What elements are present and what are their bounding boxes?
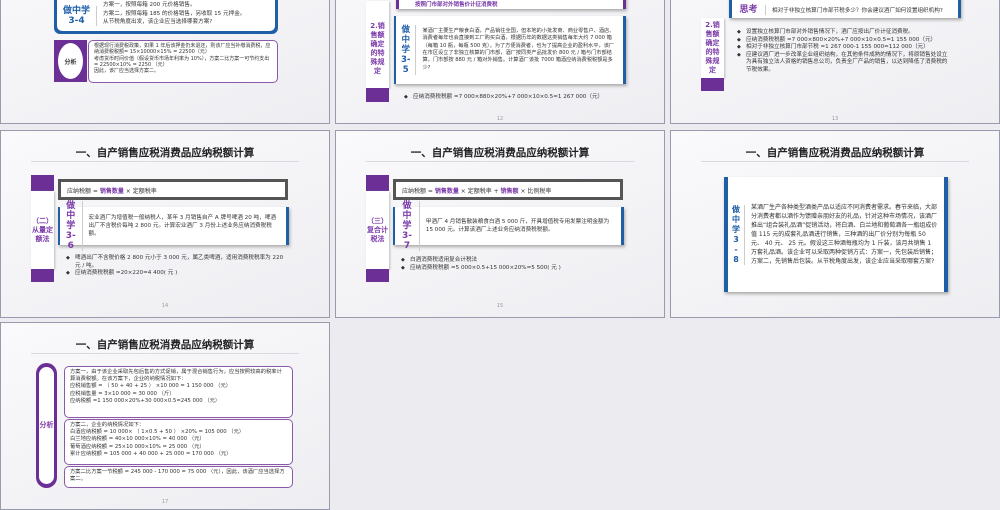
formula-text: 应纳税额 = <box>67 188 100 195</box>
page-number: 17 <box>161 499 169 505</box>
formula-box: 应纳税额 = 销售数量 × 定额税率 <box>58 179 288 200</box>
bullet-item: 白酒消费税适用复合计税法 <box>401 257 621 265</box>
analysis-line: 应纳税额 =1 150 000×20%+30 000×0.5=245 000 （… <box>70 397 221 404</box>
analysis-line: 方案二比方案一节税额 = 245 000 - 170 000 = 75 000 … <box>70 469 285 483</box>
case-card: 做中学 3-4 方案一，按照每箱 200 元价格销售。 方案二，按照每箱 185… <box>54 0 278 34</box>
analysis-line: 白兰地应纳税额 = 40×10 000×10% = 40 000 （元） <box>70 436 205 443</box>
case-line: 方案一，按照每箱 200 元价格销售。 <box>103 2 196 9</box>
page-number: 15 <box>496 303 504 309</box>
bullet-item: 应纳消费税税额 =20×220=4 400( 元 ) <box>66 270 286 278</box>
case-text: 甲酒厂 4 月销售散装粮食白酒 5 000 斤，开具增值税专用发票注明金额为 1… <box>425 218 610 233</box>
purple-block <box>366 175 389 191</box>
title-divider <box>701 161 969 162</box>
analysis-box-3: 方案二比方案一节税额 = 245 000 - 170 000 = 75 000 … <box>64 466 293 488</box>
analysis-line: 葡萄酒应纳税额 = 25×10 000×10% = 25 000 （元） <box>70 443 205 450</box>
formula-text: × 比例税率 <box>518 188 552 195</box>
slide-thumbnail-15[interactable]: 一、自产销售应税消费品应纳税额计算 （三）复合计税法 应纳税额 = 销售数量 ×… <box>335 130 665 318</box>
bullet-list: 白酒消费税适用复合计税法 应纳消费税税额 =5 000×0.5+15 000×2… <box>401 257 621 272</box>
case-label: 做中学3-6 <box>60 201 83 251</box>
formula-box: 应纳税额 = 销售数量 × 定额税率 + 销售额 × 比例税率 <box>393 179 623 200</box>
slide-thumbnail-17[interactable]: 一、自产销售应税消费品应纳税额计算 分析 方案一，由于该企业采取先包后售的方式促… <box>0 322 330 510</box>
analysis-label: 分析 <box>58 43 83 79</box>
case-label: 做中学3-7 <box>395 201 420 251</box>
top-box: 按照门市部对外销售价计征消费税 <box>396 0 626 9</box>
purple-block <box>701 78 724 91</box>
analysis-label: 分析 <box>39 367 54 484</box>
analysis-line: 应税销售额 = （ 50 + 40 + 25 ） ×10 000 = 1 150… <box>70 383 232 390</box>
title-divider <box>31 353 299 354</box>
bullet-list: 应纳消费税税额 =7 000×880×20%+7 000×10×0.5=1 26… <box>404 94 619 102</box>
analysis-line: 因此，该厂应当选择方案二。 <box>94 68 160 75</box>
bullet-list: 啤酒出厂不含税价格 2 800 元小于 3 000 元，属乙类啤酒，适用消费税税… <box>66 255 286 278</box>
analysis-box: 根据现行消费税政策，如果 1 年后该押金仍未退还，则该厂应当补缴消费税，应纳消费… <box>88 40 278 83</box>
case-label: 做中学3-5 <box>396 25 417 75</box>
think-label: 思考 <box>732 5 766 15</box>
analysis-line: 方案一，由于该企业采取先包后售的方式促销，属于混合销售行为，应当按照较高的税率计… <box>70 369 282 383</box>
bullet-item: 相对于非独立核算门市部节税 =1 267 000-1 155 000=112 0… <box>737 44 952 52</box>
section-label: 2.销售额确定的特殊规定 <box>701 18 724 78</box>
slide-title: 一、自产销售应税消费品应纳税额计算 <box>410 147 590 159</box>
purple-block <box>366 88 389 102</box>
case-card: 做中学3-8 某酒厂生产各种类型酒类产品以适应不同消费者需求。春节来临，大部分消… <box>724 177 948 292</box>
case-card: 做中学3-7 甲酒厂 4 月销售散装粮食白酒 5 000 斤，开具增值税专用发票… <box>393 201 624 251</box>
analysis-badge: 分析 <box>54 40 87 82</box>
analysis-line: 应税销售量 = 3×10 000 = 30 000 （斤） <box>70 390 175 397</box>
analysis-line: 考虑货币时间价值（假设货币市场年利率为 10%），方案二比方案一可节约支出= 2… <box>94 55 270 68</box>
slide-thumbnail-12[interactable]: 按照门市部对外销售价计征消费税 2.销售额确定的特殊规定 做中学3-5 某酒厂主… <box>335 0 665 124</box>
case-text: 某酒厂生产各种类型酒类产品以适应不同消费者需求。春节来临，大部分消费者都以酒作为… <box>751 204 938 265</box>
title-divider <box>31 161 299 162</box>
analysis-line: 累计应纳税额 = 105 000 + 40 000 + 25 000 = 170… <box>70 450 232 457</box>
bullet-item: 应纳消费税税额 =5 000×0.5+15 000×20%=5 500( 元 ) <box>401 265 621 273</box>
analysis-box-1: 方案一，由于该企业采取先包后售的方式促销，属于混合销售行为，应当按照较高的税率计… <box>64 366 293 418</box>
case-line: 从节税角度出发，该企业应当选择哪套方案? <box>103 18 213 25</box>
page-number: 13 <box>831 116 839 122</box>
slide-thumbnail-16[interactable]: 一、自产销售应税消费品应纳税额计算 做中学3-8 某酒厂生产各种类型酒类产品以适… <box>670 130 1000 318</box>
section-label: （三）复合计税法 <box>366 191 389 269</box>
formula-highlight: 销售数量 <box>99 188 124 195</box>
slide-thumbnail-11[interactable]: 做中学 3-4 方案一，按照每箱 200 元价格销售。 方案二，按照每箱 185… <box>0 0 330 124</box>
purple-block <box>31 269 54 282</box>
bullet-item: 设置独立核算门市部对外销售情况下，酒厂应按出厂价计征消费税。 <box>737 29 952 37</box>
slide-thumbnail-13[interactable]: 思考 相对于非独立核算门市部节税多少？你会建议酒厂如何设置组织机构? 2.销售额… <box>670 0 1000 124</box>
formula-text: × 定额税率 <box>123 188 157 195</box>
title-divider <box>366 161 634 162</box>
page-number: 14 <box>161 303 169 309</box>
purple-block <box>31 175 54 191</box>
analysis-pill: 分析 <box>36 363 57 488</box>
slide-thumbnail-14[interactable]: 一、自产销售应税消费品应纳税额计算 （二）从量定额法 应纳税额 = 销售数量 ×… <box>0 130 330 318</box>
case-card: 做中学3-5 某酒厂主要生产粮食白酒，产品销往全国，但本地的小批发商、商业零售户… <box>394 16 626 84</box>
case-line: 方案二，按照每箱 185 的价格销售，另收取 15 元押金。 <box>103 10 246 17</box>
slide-title: 一、自产销售应税消费品应纳税额计算 <box>75 147 255 159</box>
section-label: （二）从量定额法 <box>31 191 54 269</box>
think-text: 相对于非独立核算门市部节税多少？你会建议酒厂如何设置组织机构? <box>772 7 943 14</box>
formula-highlight: 销售数量 <box>434 188 459 195</box>
case-text: 某酒厂主要生产粮食白酒，产品销往全国，但本地的小批发商、商业零售户、酒店、消费者… <box>422 27 615 71</box>
purple-block <box>366 269 389 282</box>
case-label: 做中学 3-4 <box>57 6 97 26</box>
bullet-item: 应建议酒厂进一步改革企业组织结构，在其他条件成熟的情况下，将原销售处设立为具有独… <box>737 52 952 75</box>
case-label: 做中学3-8 <box>728 204 745 265</box>
bullet-list: 设置独立核算门市部对外销售情况下，酒厂应按出厂价计征消费税。 应纳消费税税额 =… <box>737 29 952 75</box>
slide-title: 一、自产销售应税消费品应纳税额计算 <box>745 147 925 159</box>
analysis-line: 根据现行消费税政策，如果 1 年后该押金仍未退还，则该厂应当补缴消费税，应纳消费… <box>94 43 271 56</box>
analysis-box-2: 方案二，企业的纳税情况如下： 白酒应纳税额 = 10 000× （ 1×0.5 … <box>64 419 293 465</box>
formula-text: × 定额税率 + <box>458 188 501 195</box>
formula-highlight: 销售额 <box>500 188 519 195</box>
slide-title: 一、自产销售应税消费品应纳税额计算 <box>75 339 255 351</box>
bullet-item: 啤酒出厂不含税价格 2 800 元小于 3 000 元，属乙类啤酒，适用消费税税… <box>66 255 286 270</box>
case-card: 做中学3-6 宏业酒厂为增值税一般纳税人，某年 3 月销售自产 A 牌号啤酒 2… <box>58 201 289 251</box>
case-text: 宏业酒厂为增值税一般纳税人，某年 3 月销售自产 A 牌号啤酒 20 吨，啤酒出… <box>88 214 276 238</box>
section-label: 2.销售额确定的特殊规定 <box>366 1 389 88</box>
bullet-item: 应纳消费税税额 =7 000×880×20%+7 000×10×0.5=1 26… <box>404 94 619 102</box>
formula-text: 应纳税额 = <box>402 188 435 195</box>
think-card: 思考 相对于非独立核算门市部节税多少？你会建议酒厂如何设置组织机构? <box>729 0 961 18</box>
page-number: 12 <box>496 116 504 122</box>
